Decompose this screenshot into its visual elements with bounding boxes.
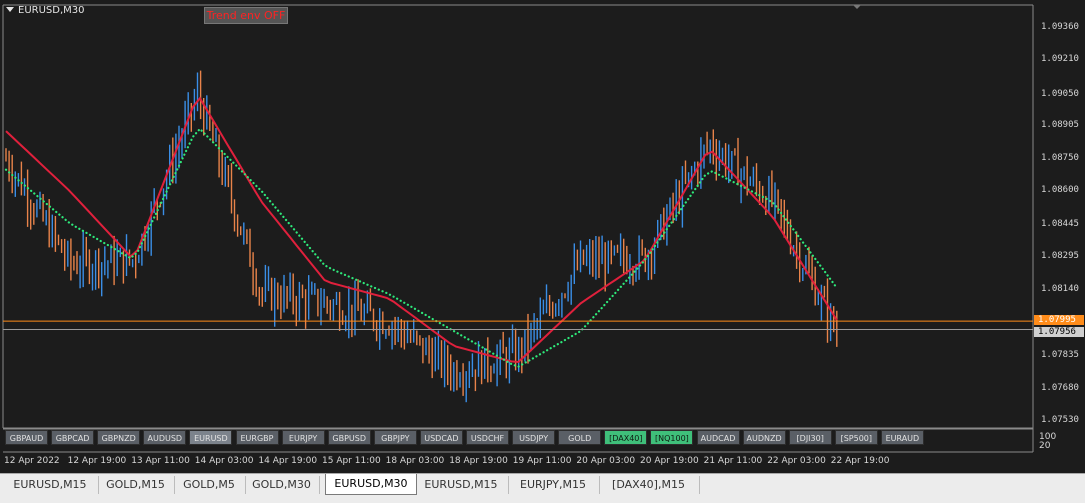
time-axis-label: 14 Apr 03:00	[194, 456, 254, 466]
time-axis-label: 22 Apr 19:00	[830, 456, 890, 466]
symbol-button[interactable]: EURJPY	[281, 430, 325, 445]
chart-tab[interactable]: EURJPY,M15	[507, 476, 600, 494]
time-axis-label: 21 Apr 11:00	[703, 456, 763, 466]
scroll-marker-icon	[853, 5, 861, 9]
symbol-button[interactable]: GOLD	[558, 430, 602, 445]
chart-tab[interactable]: EURUSD,M30	[325, 474, 417, 495]
price-axis-label: 1.07835	[1041, 349, 1079, 360]
chart-tab[interactable]: GOLD,M5	[173, 476, 246, 494]
current-price-tag: 1.07956	[1034, 326, 1084, 337]
time-axis-label: 18 Apr 03:00	[385, 456, 445, 466]
symbol-button[interactable]: [NQ100]	[650, 430, 694, 445]
price-axis-label: 1.08140	[1041, 284, 1079, 294]
time-axis-label: 18 Apr 19:00	[449, 456, 508, 466]
price-chart[interactable]	[0, 0, 1085, 470]
symbol-button[interactable]: USDCHF	[466, 430, 509, 445]
envelope-red-line	[5, 96, 838, 364]
price-axis-label: 1.07680	[1041, 382, 1079, 393]
chart-tab[interactable]: EURUSD,M15	[414, 476, 509, 494]
envelope-green-dots	[4, 127, 838, 368]
candles-layer	[5, 70, 838, 403]
symbol-button[interactable]: AUDUSD	[143, 430, 187, 445]
time-axis-label: 20 Apr 03:00	[576, 456, 636, 466]
price-axis-label: 1.09210	[1041, 54, 1079, 65]
price-axis-label: 1.08905	[1041, 119, 1079, 130]
chart-tab[interactable]: EURUSD,M15	[2, 476, 99, 494]
symbol-dropdown-icon[interactable]	[6, 7, 14, 12]
price-axis-label: 1.08445	[1041, 218, 1079, 229]
chart-tab[interactable]: GOLD,M30	[244, 476, 320, 494]
chart-tab[interactable]: [DAX40],M15	[598, 476, 700, 494]
symbol-button[interactable]: [DJI30]	[788, 430, 832, 445]
time-axis-label: 14 Apr 19:00	[258, 456, 318, 466]
price-axis-label: 1.09050	[1041, 88, 1079, 99]
time-axis-label: 12 Apr 2022	[4, 456, 60, 466]
symbol-button[interactable]: AUDNZD	[742, 430, 786, 445]
trend-env-label[interactable]: Trend env OFF	[204, 7, 288, 24]
symbol-button[interactable]: GBPNZD	[97, 430, 141, 445]
symbol-title-text: EURUSD,M30	[18, 5, 85, 16]
symbol-button[interactable]: EURGBP	[235, 430, 279, 445]
symbol-button[interactable]: EURUSD	[189, 430, 233, 445]
time-axis-label: 15 Apr 11:00	[322, 456, 381, 466]
symbol-button[interactable]: GBPJPY	[373, 430, 417, 445]
price-axis-label: 1.09360	[1041, 22, 1079, 32]
symbol-button[interactable]: AUDCAD	[696, 430, 740, 445]
symbol-button[interactable]: USDCAD	[419, 430, 463, 445]
time-axis-label: 20 Apr 19:00	[640, 456, 699, 466]
chart-area[interactable]: EURUSD,M30 Trend env OFF 1.09360 1.09210 1…	[0, 0, 1085, 470]
symbol-button[interactable]: USDJPY	[512, 430, 556, 445]
time-axis-label: 12 Apr 19:00	[67, 456, 127, 466]
symbol-button[interactable]: EURAUD	[880, 430, 924, 445]
price-axis-label: 1.07530	[1041, 415, 1079, 425]
hline-price-tag: 1.07995	[1034, 315, 1084, 326]
indicator-axis-label: 20	[1039, 441, 1051, 451]
time-axis-label: 19 Apr 11:00	[512, 456, 572, 466]
symbol-button[interactable]: GBPCAD	[51, 430, 95, 445]
symbol-button[interactable]: [SP500]	[834, 430, 878, 445]
symbol-button[interactable]: GBPAUD	[5, 430, 48, 445]
symbol-button[interactable]: GBPUSD	[327, 430, 371, 445]
price-axis-label: 1.08600	[1041, 185, 1079, 196]
price-axis-label: 1.08750	[1041, 153, 1079, 163]
chart-tab[interactable]: GOLD,M15	[97, 476, 175, 494]
envelope-layer	[4, 96, 838, 368]
time-axis-label: 13 Apr 11:00	[131, 456, 190, 466]
symbol-title[interactable]: EURUSD,M30	[6, 5, 84, 16]
price-axis-label: 1.08295	[1041, 250, 1079, 261]
symbol-button[interactable]: [DAX40]	[604, 430, 648, 445]
chart-tab-bar: EURUSD,M15 GOLD,M15 GOLD,M5 GOLD,M30 EURUSD,…	[0, 473, 1085, 503]
time-axis-label: 22 Apr 03:00	[767, 456, 826, 466]
